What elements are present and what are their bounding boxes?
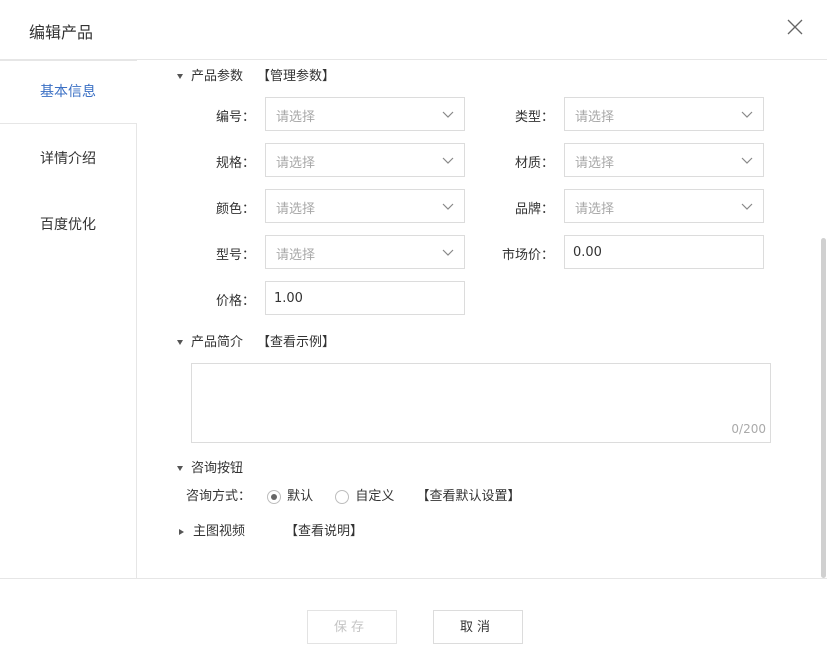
brand-select[interactable]: 请选择 <box>564 189 764 223</box>
consult-heading: 咨询按钮 <box>191 461 244 476</box>
video-section-header[interactable]: 主图视频 【查看说明】 <box>179 520 363 539</box>
brand-select-placeholder: 请选择 <box>575 202 615 217</box>
field-label-material: 材质： <box>514 156 554 171</box>
color-select[interactable]: 请选择 <box>265 189 465 223</box>
field-label-price: 价格： <box>215 294 255 309</box>
cancel-button[interactable]: 取消 <box>433 610 523 644</box>
chevron-down-icon <box>442 249 454 256</box>
view-example-link[interactable]: 【查看示例】 <box>257 335 335 350</box>
chevron-down-icon <box>442 111 454 118</box>
manage-params-link[interactable]: 【管理参数】 <box>257 69 335 84</box>
model-select[interactable]: 请选择 <box>265 235 465 269</box>
form-content: 产品参数 【管理参数】 编号： 请选择 类型： 请选择 规格： 请选择 材质： 请… <box>137 60 819 578</box>
spec-select[interactable]: 请选择 <box>265 143 465 177</box>
intro-textarea[interactable]: 0/200 <box>191 363 771 443</box>
collapse-arrow-icon <box>177 74 183 79</box>
chevron-down-icon <box>442 203 454 210</box>
consult-mode-label: 咨询方式： <box>186 489 252 504</box>
sidebar-item-baidu-seo[interactable]: 百度优化 <box>0 214 136 234</box>
consult-mode-row: 咨询方式： 默认 自定义 【查看默认设置】 <box>186 485 520 504</box>
collapse-arrow-icon <box>177 340 183 345</box>
intro-section-header[interactable]: 产品简介 【查看示例】 <box>177 331 335 350</box>
material-select[interactable]: 请选择 <box>564 143 764 177</box>
field-label-spec: 规格： <box>215 156 255 171</box>
sidebar-item-basic-info[interactable]: 基本信息 <box>0 60 137 124</box>
material-select-placeholder: 请选择 <box>575 156 615 171</box>
field-label-color: 颜色： <box>215 202 255 217</box>
chevron-down-icon <box>741 203 753 210</box>
radio-custom-circle <box>335 489 350 504</box>
chevron-down-icon <box>442 157 454 164</box>
number-select-placeholder: 请选择 <box>276 110 316 125</box>
scrollbar[interactable] <box>821 238 826 578</box>
chevron-down-icon <box>741 111 753 118</box>
type-select[interactable]: 请选择 <box>564 97 764 131</box>
radio-default[interactable]: 默认 <box>267 489 313 504</box>
field-label-brand: 品牌： <box>514 202 554 217</box>
intro-heading: 产品简介 <box>191 335 244 350</box>
spec-select-placeholder: 请选择 <box>276 156 316 171</box>
field-label-market-price: 市场价： <box>501 248 554 263</box>
sidebar: 基本信息 详情介绍 百度优化 <box>0 60 137 578</box>
price-input[interactable] <box>265 281 465 315</box>
chevron-down-icon <box>741 157 753 164</box>
footer-divider <box>0 578 827 579</box>
radio-custom-label: 自定义 <box>355 489 395 504</box>
video-heading: 主图视频 <box>193 524 246 539</box>
consult-section-header[interactable]: 咨询按钮 <box>177 457 243 476</box>
expand-arrow-icon <box>179 528 184 535</box>
params-section-header[interactable]: 产品参数 【管理参数】 <box>177 65 335 84</box>
field-label-type: 类型： <box>514 110 554 125</box>
dialog-header: 编辑产品 <box>0 0 827 60</box>
radio-custom[interactable]: 自定义 <box>335 489 394 504</box>
type-select-placeholder: 请选择 <box>575 110 615 125</box>
collapse-arrow-icon <box>177 466 183 471</box>
params-heading: 产品参数 <box>191 69 244 84</box>
radio-default-label: 默认 <box>287 489 314 504</box>
save-button[interactable]: 保存 <box>307 610 397 644</box>
color-select-placeholder: 请选择 <box>276 202 316 217</box>
char-counter: 0/200 <box>731 422 766 436</box>
number-select[interactable]: 请选择 <box>265 97 465 131</box>
market-price-input[interactable] <box>564 235 764 269</box>
dialog-title: 编辑产品 <box>29 23 94 42</box>
close-icon[interactable] <box>785 17 805 37</box>
field-label-model: 型号： <box>215 248 255 263</box>
model-select-placeholder: 请选择 <box>276 248 316 263</box>
sidebar-item-details[interactable]: 详情介绍 <box>0 148 136 168</box>
view-help-link[interactable]: 【查看说明】 <box>285 524 363 539</box>
radio-default-circle <box>267 489 282 504</box>
field-label-number: 编号： <box>215 110 255 125</box>
view-default-settings-link[interactable]: 【查看默认设置】 <box>416 489 520 504</box>
